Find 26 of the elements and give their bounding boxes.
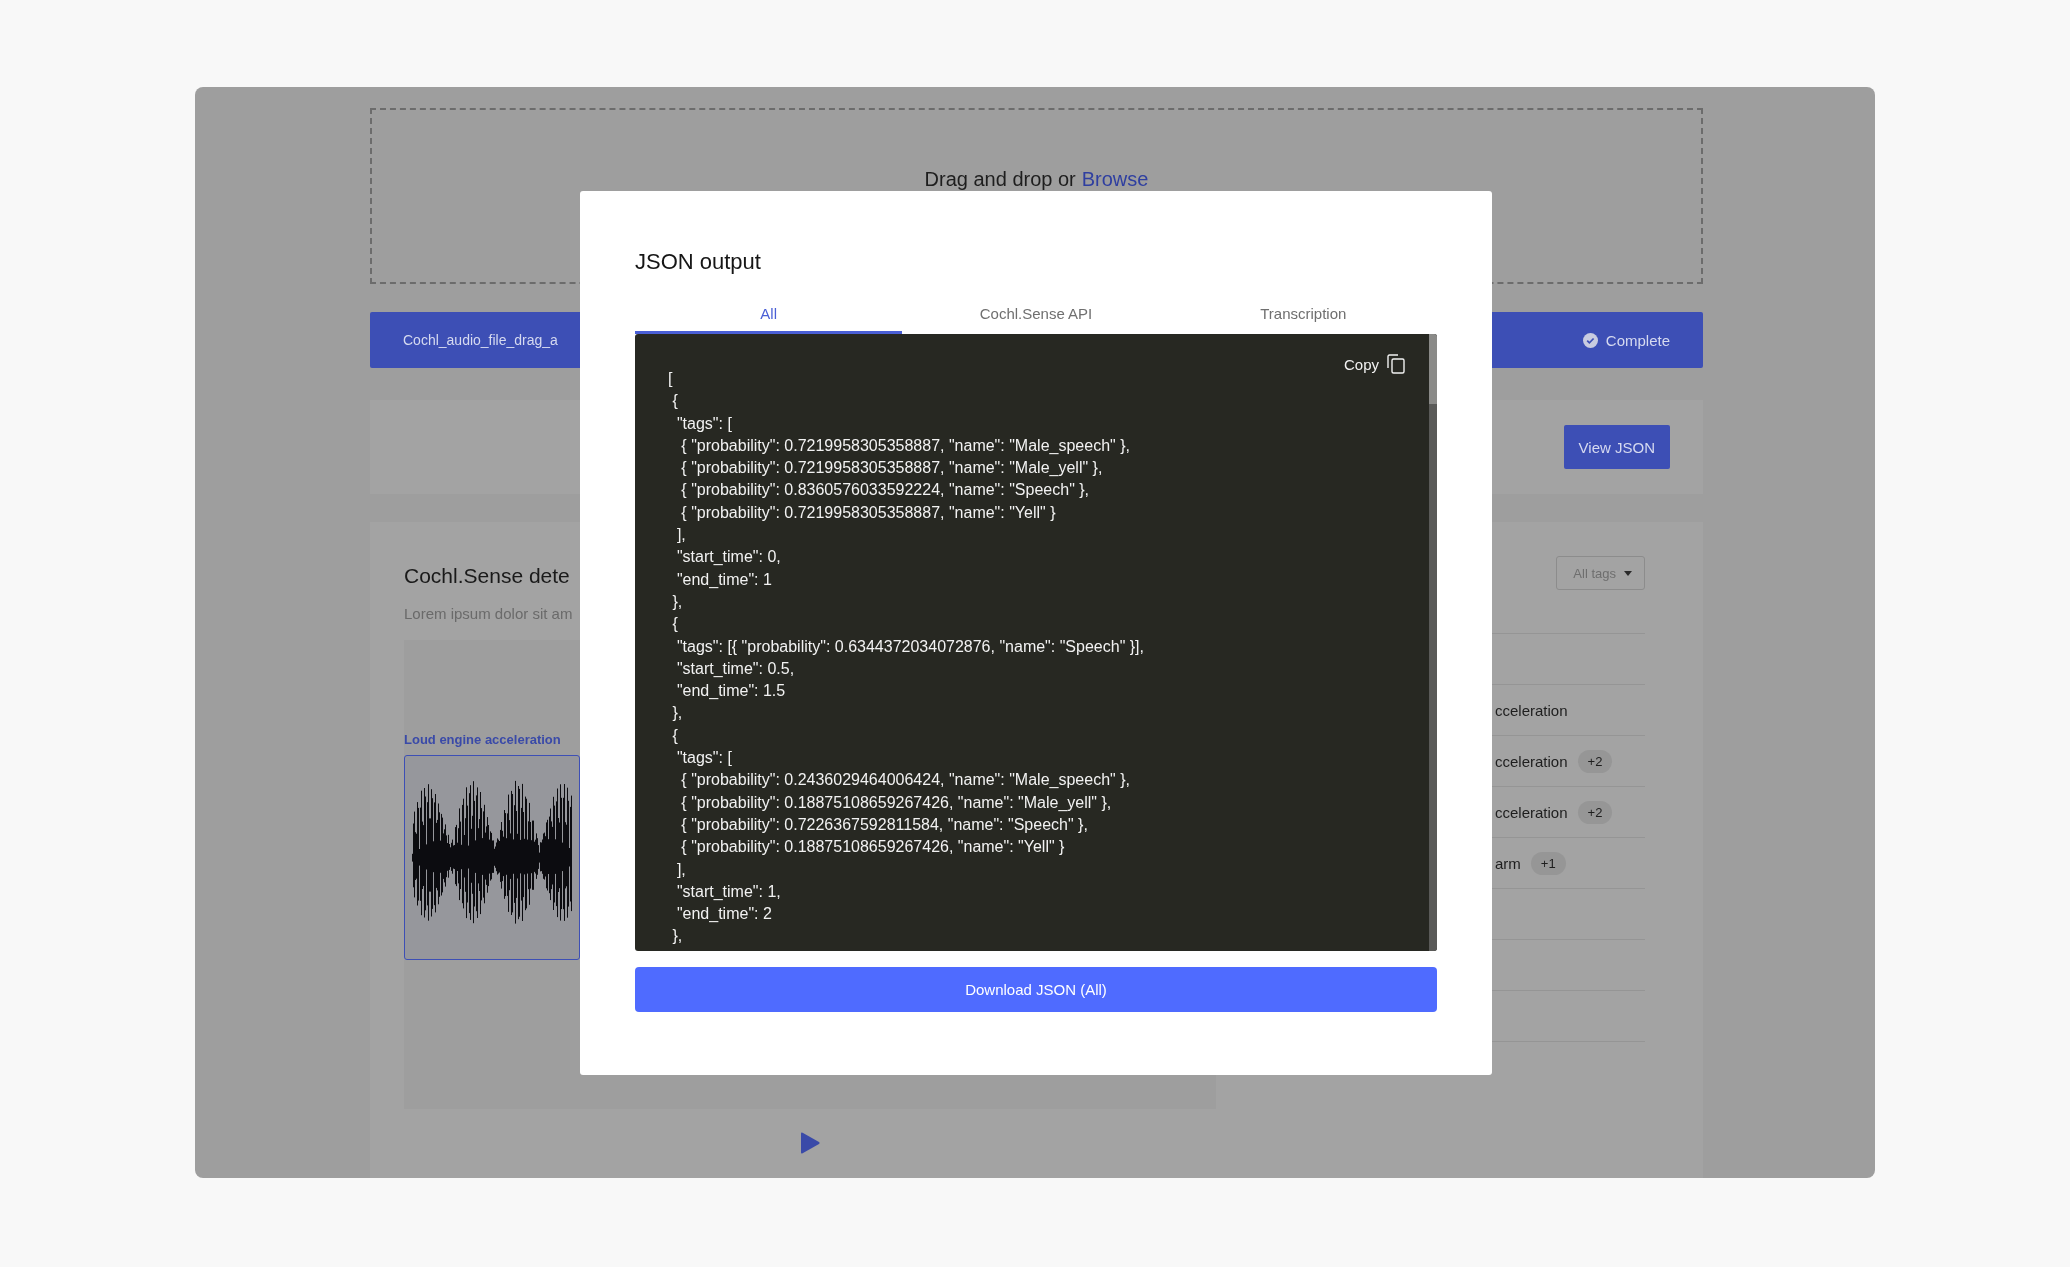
scrollbar[interactable] xyxy=(1429,334,1437,951)
dialog-title: JSON output xyxy=(635,249,762,275)
copy-button[interactable]: Copy xyxy=(1343,354,1405,374)
file-name: Cochl_audio_file_drag_a xyxy=(403,332,558,348)
caret-icon xyxy=(1624,570,1632,576)
copy-icon xyxy=(1387,354,1405,374)
download-json-button[interactable]: Download JSON (All) xyxy=(635,967,1437,1012)
status-label: Complete xyxy=(1605,331,1670,349)
tag-label: arm xyxy=(1495,854,1521,872)
drop-prompt: Drag and drop or xyxy=(924,168,1076,192)
tag-label: cceleration xyxy=(1495,803,1568,821)
extra-tags-count: +1 xyxy=(1530,851,1566,875)
view-json-button[interactable]: View JSON xyxy=(1563,425,1670,469)
extra-tags-count: +2 xyxy=(1577,800,1613,824)
check-circle-icon xyxy=(1582,332,1598,348)
segment-label: Loud engine acceleration xyxy=(404,732,561,747)
tag-label: cceleration xyxy=(1495,752,1568,770)
tag-label: cceleration xyxy=(1495,701,1568,719)
waveform-segment[interactable] xyxy=(404,755,580,960)
output-tab[interactable]: Transcription xyxy=(1169,295,1437,334)
json-code: [ { "tags": [ { "probability": 0.7219958305358887, "name": "Male_speech" }, { "probability": 0.7219958305358887, "name": "Male_yell" }, { "probability": 0.8360576033592224, "name": "Speech" }, { "probability": 0.7219958305358887, "name": "Yell" } ], "start_time": 0, "end_time": 1 }, { "tags": [{ "probability": 0.6344372034072876, "name": "Speech" }], "start_time": 0.5, "end_time": 1.5 }, { "tags": [ { "probability": 0.2436029464006424, "name": "Male_speech" }, { "probability": 0.18875108659267426, "name": "Male_yell" }, { "probability": 0.7226367592811584, "name": "Speech" }, { "probability": 0.18875108659267426, "name": "Yell" } ], "start_time": 1, "end_time": 2 }, xyxy=(667,369,1144,947)
output-tab[interactable]: Cochl.Sense API xyxy=(902,295,1170,334)
section-description: Lorem ipsum dolor sit am xyxy=(404,605,573,622)
section-title: Cochl.Sense dete xyxy=(404,564,570,588)
extra-tags-count: +2 xyxy=(1577,749,1613,773)
play-icon[interactable] xyxy=(799,1131,821,1155)
